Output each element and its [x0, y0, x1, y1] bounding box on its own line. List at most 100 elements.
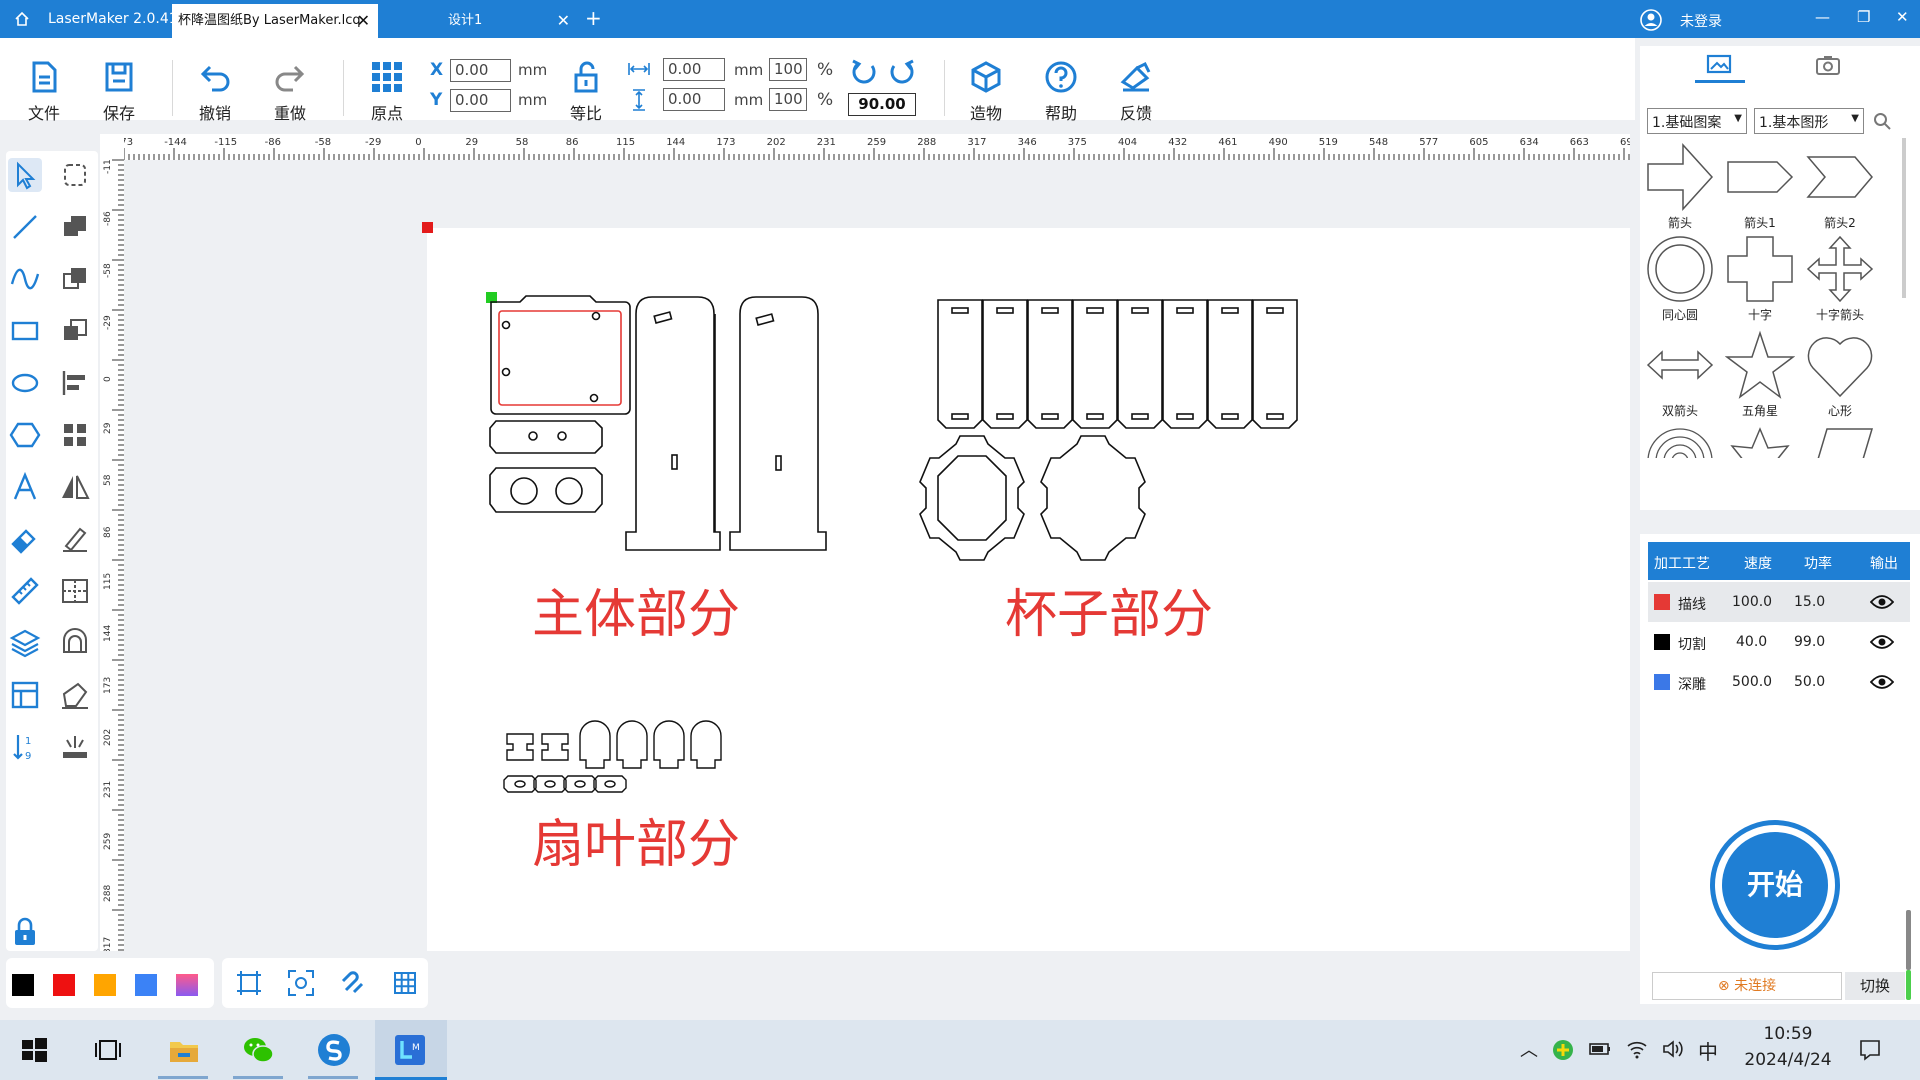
file-button[interactable]: 文件 — [14, 60, 74, 124]
color-swatch-red[interactable] — [53, 974, 75, 996]
fit-selection-icon[interactable] — [288, 970, 314, 996]
new-tab-icon[interactable]: + — [585, 6, 602, 30]
layer-row-engrave[interactable]: 深雕 500.0 50.0 — [1648, 662, 1910, 702]
magnet-snap-icon[interactable] — [340, 970, 366, 996]
layer-color-swatch[interactable] — [1654, 594, 1670, 610]
proportional-lock-button[interactable]: 等比 — [556, 60, 616, 124]
layer-scrollbar[interactable] — [1906, 910, 1911, 970]
layers-tool-icon[interactable] — [8, 626, 42, 660]
laser-icon[interactable] — [58, 730, 92, 764]
align-icon[interactable] — [58, 366, 92, 400]
close-window-icon[interactable]: ✕ — [1896, 8, 1909, 26]
width-input[interactable]: 0.00 — [663, 58, 725, 81]
wechat-icon[interactable] — [240, 1032, 276, 1068]
redo-button[interactable]: 重做 — [260, 60, 320, 124]
offset-icon[interactable] — [58, 626, 92, 660]
x-position-input[interactable]: 0.00 — [450, 59, 511, 82]
minimize-icon[interactable]: — — [1815, 8, 1830, 26]
build-button[interactable]: 造物 — [956, 60, 1016, 124]
y-position-input[interactable]: 0.00 — [450, 89, 511, 112]
fan-part-label[interactable]: 扇叶部分 — [532, 802, 740, 877]
category-select-1[interactable]: 1.基础图案 ▼ — [1647, 108, 1747, 134]
tray-expand-icon[interactable]: ︿ — [1520, 1036, 1538, 1062]
combine-icon[interactable] — [58, 210, 92, 244]
mirror-icon[interactable] — [58, 470, 92, 504]
width-percent-input[interactable]: 100 — [769, 58, 807, 81]
shape-cross-arrow[interactable]: 十字箭头 — [1800, 234, 1880, 323]
sort-tool-icon[interactable]: 19 — [8, 730, 42, 764]
color-swatch-gradient[interactable] — [176, 974, 198, 996]
image-library-icon[interactable] — [1705, 54, 1733, 76]
rotation-angle-input[interactable]: 90.00 — [848, 93, 916, 116]
main-body-label[interactable]: 主体部分 — [532, 572, 740, 647]
user-avatar-icon[interactable] — [1640, 9, 1662, 31]
lasermaker-app-icon[interactable]: M — [392, 1032, 428, 1068]
library-scrollbar[interactable] — [1902, 138, 1906, 298]
layer-color-swatch[interactable] — [1654, 634, 1670, 650]
camera-icon[interactable] — [1815, 54, 1841, 76]
color-swatch-black[interactable] — [12, 974, 34, 996]
origin-button[interactable]: 原点 — [357, 60, 417, 124]
layer-row-cut[interactable]: 切割 40.0 99.0 — [1648, 622, 1910, 662]
cup-part-label[interactable]: 杯子部分 — [1005, 572, 1213, 647]
security-tray-icon[interactable] — [1552, 1039, 1574, 1061]
polygon-tool-icon[interactable] — [8, 418, 42, 452]
close-tab-icon[interactable]: ✕ — [357, 4, 370, 38]
save-button[interactable]: 保存 — [89, 60, 149, 124]
shape-parallelogram[interactable] — [1800, 426, 1880, 458]
help-button[interactable]: 帮助 — [1031, 60, 1091, 124]
pen-tool-icon[interactable] — [58, 678, 92, 712]
layer-color-swatch[interactable] — [1654, 674, 1670, 690]
lock-icon[interactable] — [8, 915, 42, 949]
array-icon[interactable] — [58, 418, 92, 452]
windows-start-icon[interactable] — [16, 1032, 52, 1068]
color-swatch-blue[interactable] — [135, 974, 157, 996]
rotate-right-icon[interactable] — [888, 58, 916, 86]
height-input[interactable]: 0.00 — [663, 88, 725, 111]
sogou-browser-icon[interactable] — [316, 1032, 352, 1068]
task-view-icon[interactable] — [90, 1032, 126, 1068]
eraser-tool-icon[interactable] — [8, 522, 42, 556]
distribute-icon[interactable] — [58, 574, 92, 608]
shape-spiral[interactable] — [1640, 426, 1720, 458]
shape-six-point-star[interactable] — [1720, 426, 1800, 458]
shape-concentric-circle[interactable]: 同心圆 — [1640, 234, 1720, 323]
home-icon[interactable] — [14, 11, 30, 27]
text-tool-icon[interactable] — [8, 470, 42, 504]
notification-icon[interactable] — [1858, 1038, 1882, 1062]
tab-design1[interactable]: 设计1 ✕ — [430, 4, 578, 38]
eye-icon[interactable] — [1870, 634, 1894, 650]
shape-cross[interactable]: 十字 — [1720, 234, 1800, 323]
tab-active-file[interactable]: 杯降温图纸By LaserMaker.lcq ✕ — [172, 4, 378, 38]
fit-page-icon[interactable] — [236, 970, 262, 996]
undo-button[interactable]: 撤销 — [185, 60, 245, 124]
shape-arrow1[interactable]: 箭头1 — [1720, 142, 1800, 231]
close-tab-icon[interactable]: ✕ — [557, 4, 570, 38]
feedback-button[interactable]: 反馈 — [1106, 60, 1166, 124]
eye-icon[interactable] — [1870, 594, 1894, 610]
start-button[interactable]: 开始 — [1710, 820, 1840, 950]
layout-tool-icon[interactable] — [8, 678, 42, 712]
shape-five-point-star[interactable]: 五角星 — [1720, 330, 1800, 419]
ime-indicator[interactable]: 中 — [1698, 1036, 1718, 1065]
height-percent-input[interactable]: 100 — [769, 88, 807, 111]
intersect-icon[interactable] — [58, 314, 92, 348]
shape-arrow[interactable]: 箭头 — [1640, 142, 1720, 231]
connection-status[interactable]: ⊗ 未连接 — [1652, 972, 1842, 1000]
clock-date[interactable]: 2024/4/24 — [1732, 1050, 1844, 1070]
subtract-icon[interactable] — [58, 262, 92, 296]
restore-icon[interactable]: ❐ — [1857, 8, 1870, 26]
edit-path-icon[interactable] — [58, 522, 92, 556]
switch-button[interactable]: 切换 — [1845, 972, 1905, 1000]
login-status[interactable]: 未登录 — [1680, 11, 1722, 31]
layer-row-trace[interactable]: 描线 100.0 15.0 — [1648, 582, 1910, 622]
rotate-left-icon[interactable] — [850, 58, 878, 86]
line-tool-icon[interactable] — [8, 210, 42, 244]
curve-tool-icon[interactable] — [8, 262, 42, 296]
ruler-tool-icon[interactable] — [8, 574, 42, 608]
ellipse-tool-icon[interactable] — [8, 366, 42, 400]
search-icon[interactable] — [1873, 112, 1891, 130]
battery-icon[interactable] — [1588, 1041, 1612, 1057]
rectangle-tool-icon[interactable] — [8, 314, 42, 348]
grid-icon[interactable] — [392, 970, 418, 996]
